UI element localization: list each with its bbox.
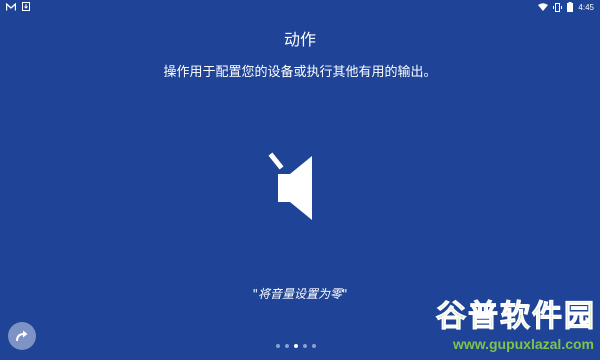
vibrate-icon [553,2,563,14]
watermark-title: 谷普软件园 [436,299,596,334]
page-dot[interactable] [312,344,316,348]
gmail-icon [5,1,17,13]
redo-arrow-icon [15,327,29,346]
page-indicator [276,344,316,348]
page-dot[interactable] [303,344,307,348]
status-bar-left [5,1,30,13]
page-subtitle: 操作用于配置您的设备或执行其他有用的输出。 [163,65,437,80]
battery-icon [567,2,574,14]
page-dot[interactable] [285,344,289,348]
download-icon [22,2,30,13]
watermark-url: www.gupuxlazal.com [452,336,594,352]
volume-mute-icon [268,150,322,226]
watermark: 谷普软件园 www.gupuxlazal.com [414,299,596,356]
next-button[interactable] [8,322,36,350]
status-bar-right: 4:45 [538,2,594,14]
page-title: 动作 [283,30,316,49]
page-dot[interactable] [276,344,280,348]
status-bar: 4:45 [0,0,600,14]
onboarding-screen: 4:45 动作 操作用于配置您的设备或执行其他有用的输出。 "将音量设置为零" … [0,0,600,360]
wifi-icon [538,3,549,13]
status-time: 4:45 [578,3,594,12]
page-dot-active[interactable] [294,344,298,348]
